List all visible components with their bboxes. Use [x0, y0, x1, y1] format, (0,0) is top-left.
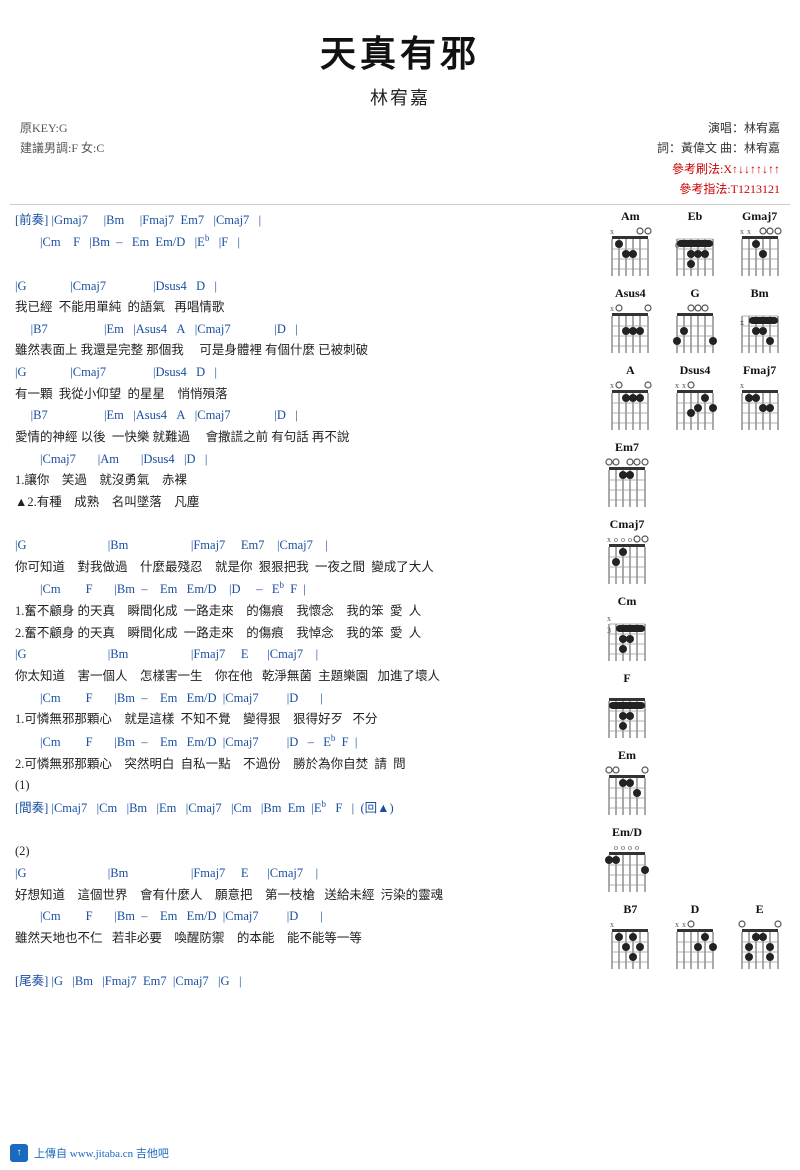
chord-f: F [604, 671, 650, 740]
meta-right: 演唱：林宥嘉 詞：黃偉文 曲：林宥嘉 參考刷法:X↑↓↓↑↑↓↑↑ 參考指法:T… [657, 118, 780, 200]
lyric-line: 1.可憐無邪那顆心 就是這樣 不知不覺 變得狠 狠得好歹 不分 [15, 709, 590, 730]
chord-b7: B7 x [607, 902, 653, 971]
svg-text:o: o [635, 843, 639, 852]
spacer [15, 254, 590, 275]
lyric-line: 雖然天地也不仁 若非必要 喚醒防禦 的本能 能不能等一等 [15, 928, 590, 949]
chord-line: |G |Cmaj7 |Dsus4 D | [15, 362, 590, 383]
lyric-line: (2) [15, 841, 590, 862]
svg-text:o: o [628, 843, 632, 852]
singer-name: 林宥嘉 [10, 82, 790, 118]
chord-dsus4: Dsus4 x x [672, 363, 718, 432]
lyric-line: 你太知道 害一個人 怎樣害一生 你在他 乾淨無菌 主題樂園 加進了壞人 [15, 666, 590, 687]
divider [10, 204, 790, 205]
meta-row: 原KEY:G 建議男調:F 女:C 演唱：林宥嘉 詞：黃偉文 曲：林宥嘉 參考刷… [10, 118, 790, 200]
svg-text:x: x [610, 304, 614, 313]
chord-em7: Em7 [604, 440, 650, 509]
svg-text:x: x [740, 227, 744, 236]
svg-text:x: x [610, 227, 614, 236]
chord-line: |G |Cmaj7 |Dsus4 D | [15, 276, 590, 297]
chord-emd: Em/D o o o [604, 825, 650, 894]
chord-line: [間奏] |Cmaj7 |Cm |Bm |Em |Cmaj7 |Cm |Bm E… [15, 797, 590, 819]
upload-icon: ↑ [10, 1144, 28, 1162]
lyric-line: ▲2.有種 成熟 名叫墜落 凡塵 [15, 492, 590, 513]
lyric-line: 2.可憐無邪那顆心 突然明白 自私一點 不過份 勝於為你自焚 請 問 [15, 754, 590, 775]
lyric-line: 你可知道 對我做過 什麼最殘忍 就是你 狠狠把我 一夜之間 變成了大人 [15, 557, 590, 578]
lyrics-section: [前奏] |Gmaj7 |Bm |Fmaj7 Em7 |Cmaj7 | |Cm … [10, 209, 590, 993]
spacer [15, 949, 590, 970]
svg-text:x: x [610, 381, 614, 390]
svg-text:o: o [621, 843, 625, 852]
chord-fmaj7: Fmaj7 x [737, 363, 783, 432]
lyric-line: (1) [15, 775, 590, 796]
svg-text:x: x [682, 381, 686, 390]
key-info: 原KEY:G [20, 118, 104, 138]
svg-text:x: x [682, 920, 686, 929]
footer-text: 上傳自 www.jitaba.cn 吉他吧 [34, 1145, 169, 1161]
suggest-key: 建議男調:F 女:C [20, 138, 104, 158]
chord-asus4: Asus4 x [607, 286, 653, 355]
svg-text:o: o [614, 535, 618, 544]
chord-line: |G |Bm |Fmaj7 Em7 |Cmaj7 | [15, 535, 590, 556]
performer: 演唱：林宥嘉 [657, 118, 780, 138]
chord-line: |Cm F |Bm – Em Em/D |D – Eb F | [15, 578, 590, 600]
chord-g: G [672, 286, 718, 355]
chords-sidebar: Am [595, 209, 790, 993]
lyric-line: 1.奮不顧身 的天真 瞬間化成 一路走來 的傷痕 我懷念 我的笨 愛 人 [15, 601, 590, 622]
spacer [15, 820, 590, 841]
lyric-line: 愛情的神經 以後 一快樂 就難過 會撒謊之前 有句話 再不說 [15, 427, 590, 448]
chord-eb: Eb 6 [672, 209, 718, 278]
lyric-line: 好想知道 這個世界 會有什麼人 願意把 第一枝槍 送給未經 污染的靈魂 [15, 885, 590, 906]
main-content: [前奏] |Gmaj7 |Bm |Fmaj7 Em7 |Cmaj7 | |Cm … [10, 209, 790, 993]
page: 天真有邪 林宥嘉 原KEY:G 建議男調:F 女:C 演唱：林宥嘉 詞：黃偉文 … [0, 0, 800, 1170]
meta-left: 原KEY:G 建議男調:F 女:C [20, 118, 104, 200]
svg-text:o: o [614, 843, 618, 852]
svg-text:x: x [607, 535, 611, 544]
chord-line: [尾奏] |G |Bm |Fmaj7 Em7 |Cmaj7 |G | [15, 971, 590, 992]
chord-bm: Bm x [737, 286, 783, 355]
lyric-line: 雖然表面上 我還是完整 那個我 可是身體裡 有個什麼 已被刺破 [15, 340, 590, 361]
footer: ↑ 上傳自 www.jitaba.cn 吉他吧 [0, 1144, 800, 1162]
svg-text:x: x [740, 381, 744, 390]
chord-cmaj7: Cmaj7 x [604, 517, 650, 586]
lyrics-composer: 詞：黃偉文 曲：林宥嘉 [657, 138, 780, 158]
chord-line: |Cm F |Bm – Em Em/D |Cmaj7 |D | [15, 688, 590, 709]
lyric-line: 2.奮不顧身 的天真 瞬間化成 一路走來 的傷痕 我悼念 我的笨 愛 人 [15, 623, 590, 644]
chord-em: Em [604, 748, 650, 817]
chord-gmaj7: Gmaj7 x x [737, 209, 783, 278]
chord-am: Am [607, 209, 653, 278]
page-title: 天真有邪 [10, 15, 790, 82]
svg-text:x: x [607, 614, 611, 623]
lyric-line: 有一顆 我從小仰望 的星星 悄悄殞落 [15, 384, 590, 405]
svg-text:x: x [610, 920, 614, 929]
spacer [15, 513, 590, 534]
chord-line: [前奏] |Gmaj7 |Bm |Fmaj7 Em7 |Cmaj7 | [15, 210, 590, 231]
chord-line: |Cm F |Bm – Em Em/D |Cmaj7 |D – Eb F | [15, 731, 590, 753]
strum-pattern1: 參考刷法:X↑↓↓↑↑↓↑↑ [657, 159, 780, 179]
strum-pattern2: 參考指法:T1213121 [657, 179, 780, 199]
chord-e: E [737, 902, 783, 971]
chord-line: |Cm F |Bm – Em Em/D |Eb |F | [15, 231, 590, 253]
svg-text:o: o [621, 535, 625, 544]
svg-text:x: x [747, 227, 751, 236]
svg-text:x: x [675, 381, 679, 390]
chord-line: |Cmaj7 |Am |Dsus4 |D | [15, 449, 590, 470]
lyric-line: 我已經 不能用單純 的語氣 再唱情歌 [15, 297, 590, 318]
chord-line: |G |Bm |Fmaj7 E |Cmaj7 | [15, 863, 590, 884]
svg-text:x: x [675, 920, 679, 929]
lyric-line: 1.讓你 笑過 就沒勇氣 赤裸 [15, 470, 590, 491]
svg-text:o: o [628, 535, 632, 544]
chord-d: D x x [672, 902, 718, 971]
chord-line: |G |Bm |Fmaj7 E |Cmaj7 | [15, 644, 590, 665]
chord-line: |Cm F |Bm – Em Em/D |Cmaj7 |D | [15, 906, 590, 927]
chord-a: A x [607, 363, 653, 432]
chord-line: |B7 |Em |Asus4 A |Cmaj7 |D | [15, 319, 590, 340]
chord-line: |B7 |Em |Asus4 A |Cmaj7 |D | [15, 405, 590, 426]
chord-cm: Cm 3 x [604, 594, 650, 663]
